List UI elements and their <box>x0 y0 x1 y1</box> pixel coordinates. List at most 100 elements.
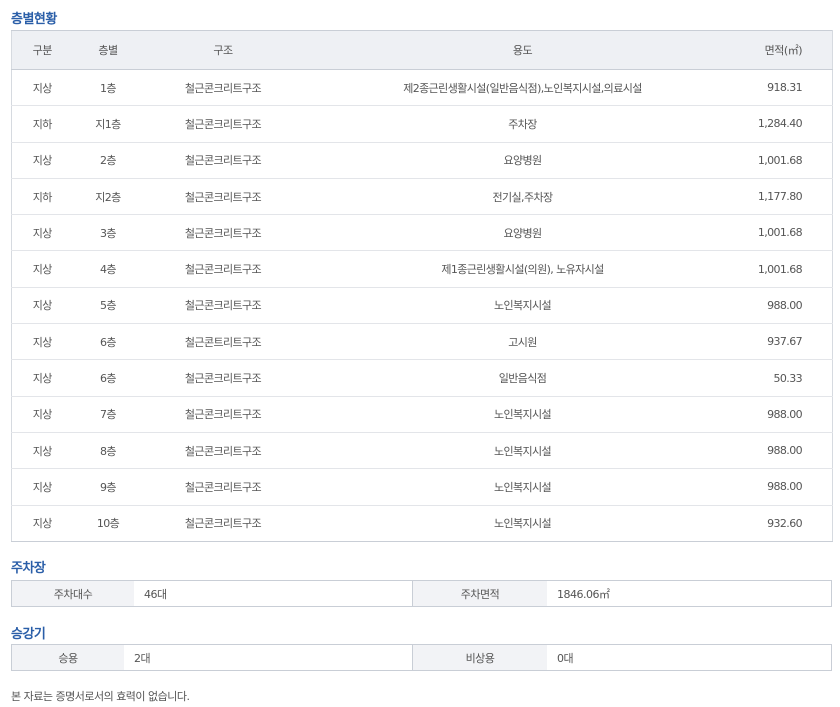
table-row: 지상 1층 철근콘크리트구조 제2종근린생활시설(일반음식점),노인복지시설,의료시설… <box>11 69 833 107</box>
row-area-cell: 1,177.80 <box>742 178 833 216</box>
row-division-cell: 지상 <box>32 517 53 531</box>
row-structure-cell: 철근콘크리트구조 <box>143 142 303 179</box>
row-area-cell: 1,001.68 <box>742 214 833 252</box>
table-row: 지상 8층 철근콘크리트구조 노인복지시설 988.00 <box>11 432 833 470</box>
floor-status-table: 구분 층별 구조 용도 면적(㎡) 지상 1층 철근콘크리트구조 제2종근린생활시설(… <box>11 30 833 542</box>
row-floor-cell: 8층 <box>72 432 144 470</box>
row-structure-cell: 철근콘크리트구조 <box>143 432 303 470</box>
row-usage-cell: 일반음식점 <box>302 359 743 397</box>
row-floor-cell: 지1층 <box>72 105 144 143</box>
table-row: 지하 지2층 철근콘크리트구조 전기실,주차장 1,177.80 <box>11 178 833 216</box>
table-row: 지상 10층 철근콘크리트구조 노인복지시설 932.60 <box>12 505 833 541</box>
row-floor-cell: 6층 <box>72 359 144 397</box>
row-area-cell: 988.00 <box>742 396 833 433</box>
col-header-floor: 층별 <box>72 30 144 70</box>
row-division-cell: 지상 <box>11 142 73 179</box>
row-usage-cell: 고시원 <box>302 323 743 361</box>
col-header-structure: 구조 <box>143 30 303 70</box>
table-row: 지상 6층 철근콘크리트구조 일반음식점 50.33 <box>11 359 833 397</box>
row-usage-cell: 노인복지시설 <box>302 396 743 433</box>
row-usage-cell: 전기실,주차장 <box>302 178 743 216</box>
row-usage-cell: 요양병원 <box>302 142 743 179</box>
elevator-emergency-label: 비상용 <box>412 645 547 670</box>
disclaimer-note: 본 자료는 증명서로서의 효력이 없습니다. <box>11 690 190 703</box>
row-area-cell: 988.00 <box>742 468 833 506</box>
row-structure-cell: 철근콘크리트구조 <box>143 359 303 397</box>
row-floor-cell: 3층 <box>72 214 144 252</box>
row-division-cell: 지상 <box>11 69 73 107</box>
row-floor-cell: 1층 <box>72 69 144 107</box>
elevator-emergency-value: 0대 <box>557 651 574 665</box>
row-division-cell: 지상 <box>11 250 73 288</box>
table-row: 지하 지1층 철근콘크리트구조 주차장 1,284.40 <box>11 105 833 143</box>
elevator-passenger-value: 2대 <box>134 651 151 665</box>
row-division-cell: 지상 <box>11 432 73 470</box>
table-row: 지상 2층 철근콘크리트구조 요양병원 1,001.68 <box>11 142 833 179</box>
row-area-cell: 1,284.40 <box>742 105 833 143</box>
row-area-cell: 988.00 <box>742 287 833 325</box>
row-usage-cell: 요양병원 <box>302 214 743 252</box>
table-row: 지상 7층 철근콘크리트구조 노인복지시설 988.00 <box>11 396 833 433</box>
row-floor-cell: 7층 <box>72 396 144 433</box>
parking-area-value: 1846.06㎡ <box>557 587 610 601</box>
col-header-area: 면적(㎡) <box>742 30 833 70</box>
row-floor-cell: 9층 <box>72 468 144 506</box>
row-division-cell: 지상 <box>11 468 73 506</box>
row-division-cell: 지상 <box>11 396 73 433</box>
row-structure-cell: 철근콘크리트구조 <box>143 214 303 252</box>
parking-count-label: 주차대수 <box>12 581 134 606</box>
parking-info-box: 주차대수 46대 주차면적 1846.06㎡ <box>11 580 832 607</box>
table-row: 지상 3층 철근콘크리트구조 요양병원 1,001.68 <box>11 214 833 252</box>
row-floor-cell: 5층 <box>72 287 144 325</box>
row-structure-cell: 철근콘크리트구조 <box>143 69 303 107</box>
row-usage-cell: 노인복지시설 <box>302 432 743 470</box>
row-structure-cell: 철근콘트리트구조 <box>143 323 303 361</box>
row-area-cell: 932.60 <box>767 516 802 530</box>
row-division-cell: 지상 <box>11 287 73 325</box>
floor-status-title: 층별현황 <box>11 12 57 27</box>
elevator-title: 승강기 <box>11 627 46 642</box>
floor-table-body: 지상 1층 철근콘크리트구조 제2종근린생활시설(일반음식점),노인복지시설,의료시설… <box>11 69 833 542</box>
row-floor-cell: 지2층 <box>72 178 144 216</box>
row-division-cell: 지하 <box>11 105 73 143</box>
row-structure-cell: 철근콘크리트구조 <box>143 287 303 325</box>
row-division-cell: 지상 <box>11 214 73 252</box>
row-usage-cell: 주차장 <box>302 105 743 143</box>
row-area-cell: 937.67 <box>742 323 833 361</box>
row-area-cell: 988.00 <box>742 432 833 470</box>
row-usage-cell: 노인복지시설 <box>302 287 743 325</box>
table-row: 지상 5층 철근콘크리트구조 노인복지시설 988.00 <box>11 287 833 325</box>
row-usage-cell: 노인복지시설 <box>302 468 743 506</box>
row-floor-cell: 6층 <box>72 323 144 361</box>
parking-count-value: 46대 <box>144 587 167 601</box>
row-structure-cell: 철근콘크리트구조 <box>143 468 303 506</box>
elevator-passenger-label: 승용 <box>12 645 124 670</box>
parking-area-label: 주차면적 <box>412 581 547 606</box>
row-division-cell: 지상 <box>11 323 73 361</box>
table-header-row: 구분 층별 구조 용도 면적(㎡) <box>11 30 833 70</box>
row-area-cell: 918.31 <box>742 69 833 107</box>
row-structure-cell: 철근콘크리트구조 <box>184 517 262 531</box>
row-floor-cell: 4층 <box>72 250 144 288</box>
table-row: 지상 4층 철근콘크리트구조 제1종근린생활시설(의원), 노유자시설 1,001.68 <box>11 250 833 288</box>
row-usage-cell: 제2종근린생활시설(일반음식점),노인복지시설,의료시설 <box>302 69 743 107</box>
table-row: 지상 6층 철근콘트리트구조 고시원 937.67 <box>11 323 833 361</box>
row-area-cell: 1,001.68 <box>742 250 833 288</box>
col-header-usage: 용도 <box>302 30 743 70</box>
row-division-cell: 지상 <box>11 359 73 397</box>
row-structure-cell: 철근콘크리트구조 <box>143 250 303 288</box>
row-area-cell: 1,001.68 <box>742 142 833 179</box>
table-row: 지상 9층 철근콘크리트구조 노인복지시설 988.00 <box>11 468 833 506</box>
row-usage-cell: 제1종근린생활시설(의원), 노유자시설 <box>302 250 743 288</box>
row-division-cell: 지하 <box>11 178 73 216</box>
row-structure-cell: 철근콘크리트구조 <box>143 105 303 143</box>
row-usage-cell: 노인복지시설 <box>493 517 552 531</box>
parking-title: 주차장 <box>11 561 46 576</box>
row-floor-cell: 2층 <box>72 142 144 179</box>
row-area-cell: 50.33 <box>742 359 833 397</box>
col-header-division: 구분 <box>11 30 73 70</box>
row-structure-cell: 철근콘크리트구조 <box>143 396 303 433</box>
elevator-info-box: 승용 2대 비상용 0대 <box>11 644 832 671</box>
row-structure-cell: 철근콘크리트구조 <box>143 178 303 216</box>
row-floor-cell: 10층 <box>96 517 120 531</box>
